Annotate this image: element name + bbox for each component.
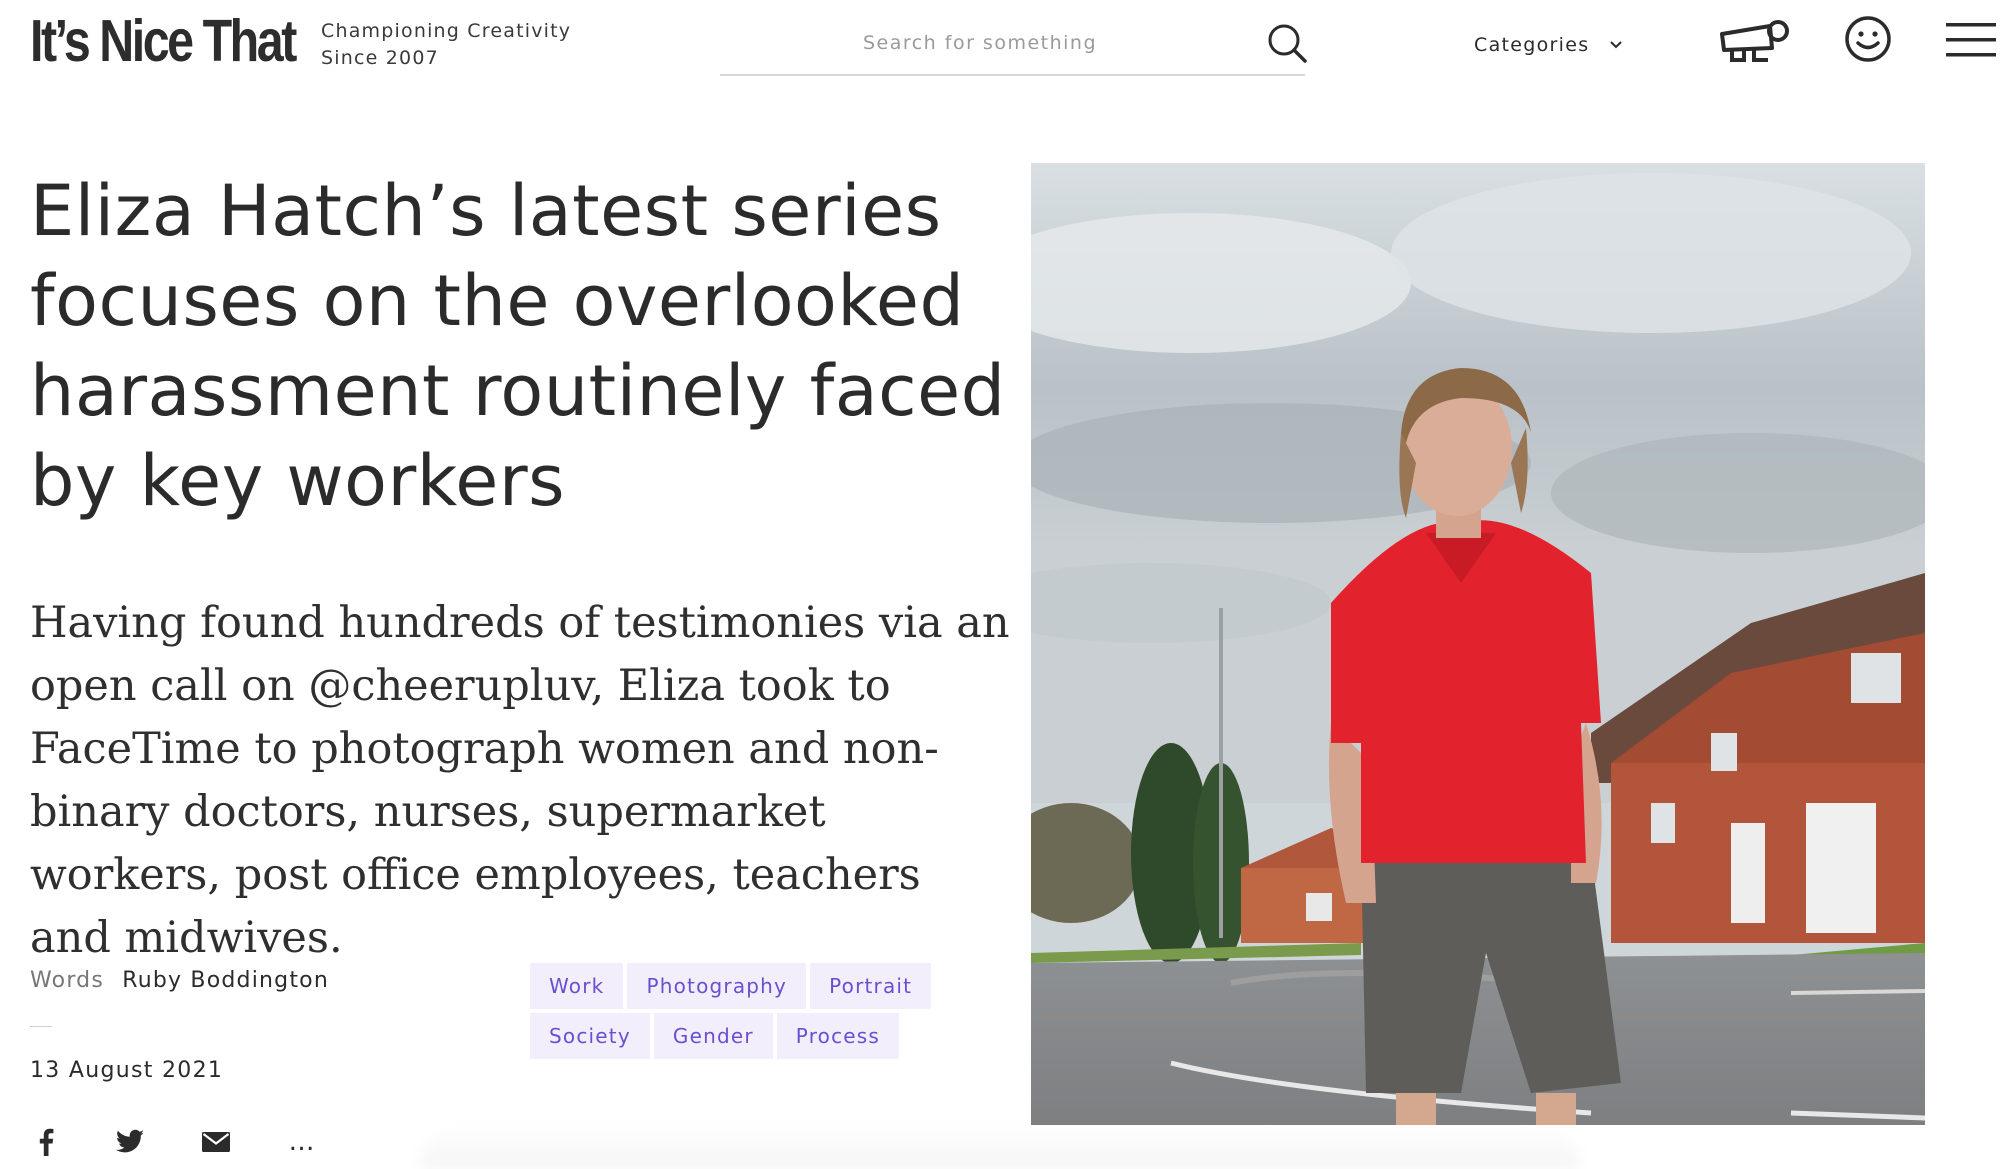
twitter-icon[interactable] (114, 1126, 146, 1158)
article-standfirst: Having found hundreds of testimonies via… (30, 598, 1010, 963)
smiley-icon[interactable] (1843, 14, 1893, 64)
tag-process[interactable]: Process (776, 1013, 900, 1059)
tagline-line-2: Since 2007 (321, 47, 439, 69)
tag-row: Work Photography Portrait (530, 963, 932, 1009)
facebook-icon[interactable] (30, 1126, 62, 1158)
tag-row: Society Gender Process (530, 1013, 930, 1059)
tag-gender[interactable]: Gender (653, 1013, 773, 1059)
tagline-line-1: Championing Creativity (321, 20, 572, 42)
email-icon[interactable] (200, 1126, 232, 1158)
categories-label: Categories (1474, 34, 1590, 56)
tag-society[interactable]: Society (530, 1013, 650, 1059)
tag-work[interactable]: Work (530, 963, 624, 1009)
categories-dropdown[interactable]: Categories (1474, 30, 1623, 60)
site-tagline: Championing Creativity Since 2007 (321, 18, 571, 72)
article-hero-photo[interactable] (1031, 163, 1925, 1125)
search-bar (720, 14, 1308, 76)
site-header: It’s Nice That Championing Creativity Si… (0, 0, 2000, 90)
more-share-options-button[interactable]: … (286, 1126, 318, 1158)
hamburger-icon[interactable] (1946, 20, 1996, 60)
search-input[interactable] (720, 14, 1240, 72)
chevron-down-icon (1610, 41, 1623, 49)
byline: Words Ruby Boddington (30, 968, 329, 993)
article-headline: Eliza Hatch’s latest series focuses on t… (30, 170, 1006, 522)
search-icon[interactable] (1266, 22, 1308, 64)
site-logo[interactable]: It’s Nice That (30, 10, 297, 72)
megaphone-icon[interactable] (1718, 18, 1790, 64)
publish-date: 13 August 2021 (30, 1058, 224, 1083)
divider (30, 1026, 52, 1027)
author-link[interactable]: Ruby Boddington (122, 968, 329, 993)
tag-photography[interactable]: Photography (627, 963, 807, 1009)
tag-portrait[interactable]: Portrait (810, 963, 932, 1009)
words-label: Words (30, 968, 105, 993)
scroll-shadow (420, 1125, 1580, 1169)
tag-list: Work Photography Portrait Society Gender… (530, 963, 932, 1063)
